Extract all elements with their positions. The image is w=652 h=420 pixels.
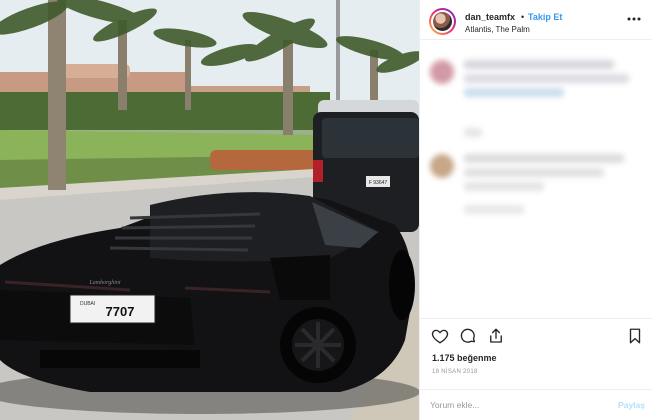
post-comment-button[interactable]: Paylaş xyxy=(618,400,645,410)
share-icon[interactable] xyxy=(487,327,505,345)
more-horizontal-icon[interactable] xyxy=(627,14,641,21)
rear-plate-text: F 93647 xyxy=(369,180,388,186)
comment-bar: Paylaş xyxy=(420,389,652,420)
comment-icon[interactable] xyxy=(459,327,477,345)
post-actions: 1.175 beğenme 18 NİSAN 2018 Paylaş xyxy=(420,318,652,420)
blurred-comment-line xyxy=(464,168,604,177)
like-count[interactable]: 1.175 beğenme xyxy=(432,353,497,363)
author-avatar[interactable] xyxy=(429,8,456,35)
header-separator: • xyxy=(521,12,525,22)
plate-number: 7707 xyxy=(106,304,135,319)
post-side-panel: dan_teamfx • Takip Et Atlantis, The Palm xyxy=(419,0,652,420)
blurred-timestamp xyxy=(464,128,482,137)
blurred-commenter-avatar xyxy=(430,60,454,84)
follow-button[interactable]: Takip Et xyxy=(528,12,562,22)
blurred-commenter-avatar xyxy=(430,154,454,178)
bookmark-icon[interactable] xyxy=(626,327,644,345)
blurred-timestamp xyxy=(464,205,524,214)
blurred-comment-line xyxy=(464,154,624,163)
photo-scene: F 93647 DUBAI 7707 Lamborghini xyxy=(0,0,419,420)
comment-input[interactable] xyxy=(430,400,600,410)
author-username[interactable]: dan_teamfx xyxy=(465,12,515,22)
brand-badge: Lamborghini xyxy=(88,280,120,286)
post-location[interactable]: Atlantis, The Palm xyxy=(465,25,530,34)
blurred-caption-line xyxy=(464,60,614,69)
post-header: dan_teamfx • Takip Et Atlantis, The Palm xyxy=(420,0,652,40)
blurred-caption-line xyxy=(464,88,564,97)
blurred-comment-line xyxy=(464,182,544,191)
plate-emirate: DUBAI xyxy=(80,301,95,307)
heart-icon[interactable] xyxy=(431,327,449,345)
post-date: 18 NİSAN 2018 xyxy=(432,369,478,375)
post-photo[interactable]: F 93647 DUBAI 7707 Lamborghini xyxy=(0,0,419,420)
blurred-caption-line xyxy=(464,74,629,83)
comments-area xyxy=(420,48,652,313)
